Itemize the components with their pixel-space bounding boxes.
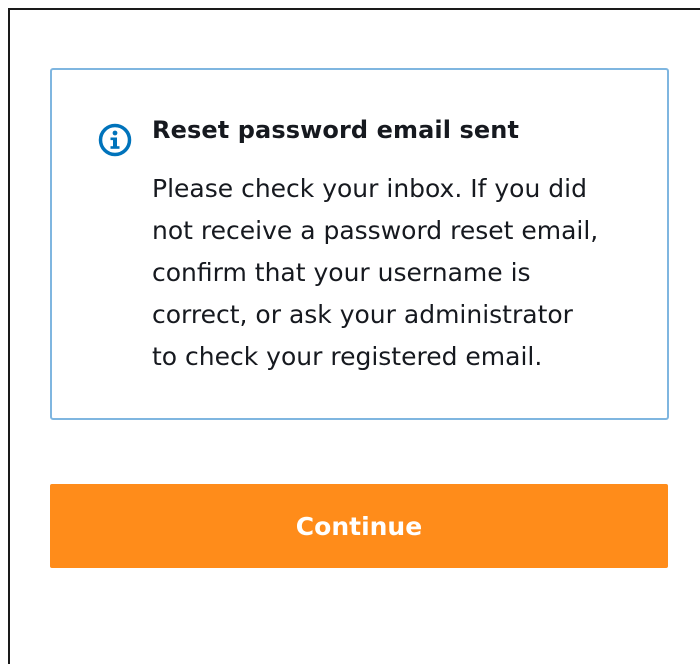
alert-message-line: correct, or ask your administrator [152, 300, 573, 329]
alert-title: Reset password email sent [152, 116, 520, 144]
info-icon [98, 123, 132, 157]
page-frame: Reset password email sent Please check y… [8, 8, 700, 664]
continue-button[interactable]: Continue [50, 484, 668, 568]
info-alert: Reset password email sent Please check y… [50, 68, 669, 420]
alert-message-line: Please check your inbox. If you did [152, 174, 587, 203]
alert-message-line: not receive a password reset email, [152, 216, 599, 245]
alert-message: Please check your inbox. If you did not … [152, 168, 652, 378]
alert-message-line: to check your registered email. [152, 342, 543, 371]
alert-message-line: confirm that your username is [152, 258, 531, 287]
